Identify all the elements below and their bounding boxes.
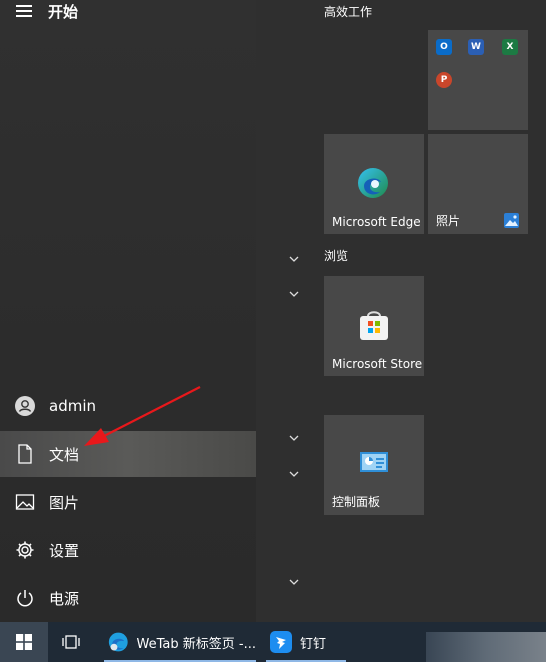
nav-item-pictures[interactable]: 图片: [0, 479, 256, 525]
wetab-edge-icon: [108, 632, 128, 652]
nav-item-power-label: 电源: [49, 589, 80, 608]
nav-item-user-label: admin: [49, 397, 96, 415]
tile-control-panel[interactable]: 控制面板: [324, 415, 424, 515]
tile-photos[interactable]: 照片: [428, 134, 528, 234]
start-button[interactable]: [0, 622, 48, 662]
outlook-icon: O: [436, 39, 452, 55]
tile-control-panel-label: 控制面板: [332, 495, 381, 509]
word-icon: W: [468, 39, 484, 55]
taskbar-app-wetab[interactable]: WeTab 新标签页 -...: [104, 622, 256, 662]
tile-microsoft-store[interactable]: Microsoft Store: [324, 276, 424, 376]
windows-logo-icon: [16, 634, 32, 650]
tile-microsoft-store-label: Microsoft Store: [332, 357, 423, 371]
chevron-down-icon[interactable]: [288, 470, 300, 478]
taskbar-app-dingtalk[interactable]: 钉钉: [266, 622, 346, 662]
powerpoint-icon: P: [436, 72, 452, 88]
gear-icon: [14, 539, 36, 561]
dingtalk-icon: [270, 631, 292, 653]
nav-item-documents[interactable]: 文档: [0, 431, 256, 477]
nav-item-settings[interactable]: 设置: [0, 527, 256, 573]
user-avatar-icon: [14, 395, 36, 417]
taskbar-app-wetab-label: WeTab 新标签页 -...: [136, 636, 256, 652]
chevron-down-icon[interactable]: [288, 578, 300, 586]
document-icon: [14, 443, 36, 465]
hamburger-menu-icon[interactable]: [16, 2, 34, 18]
tile-microsoft-edge[interactable]: Microsoft Edge: [324, 134, 424, 234]
control-panel-icon: [360, 452, 388, 472]
tile-microsoft-edge-label: Microsoft Edge: [332, 215, 421, 229]
nav-item-documents-label: 文档: [49, 445, 80, 464]
nav-item-settings-label: 设置: [49, 541, 80, 560]
tile-office-apps[interactable]: O W X P: [428, 30, 528, 130]
excel-icon: X: [502, 39, 518, 55]
chevron-down-icon[interactable]: [288, 434, 300, 442]
photos-app-icon: [504, 213, 519, 228]
store-icon: [360, 311, 388, 340]
task-view-button[interactable]: [52, 622, 92, 662]
group-title-productivity[interactable]: 高效工作: [324, 3, 372, 20]
taskbar-app-dingtalk-label: 钉钉: [300, 636, 327, 652]
task-view-icon: [62, 635, 80, 649]
nav-item-user[interactable]: admin: [0, 383, 256, 429]
tile-photos-label: 照片: [436, 214, 461, 228]
start-menu: 开始 admin 文档 图片 设置 电源 高效工作 浏览 O W X P Mic…: [0, 0, 546, 622]
power-icon: [14, 587, 36, 609]
chevron-down-icon[interactable]: [288, 290, 300, 298]
edge-icon: [358, 168, 388, 198]
chevron-down-icon[interactable]: [288, 255, 300, 263]
nav-item-pictures-label: 图片: [49, 493, 80, 512]
start-left-pane: 开始 admin 文档 图片 设置 电源: [0, 0, 256, 622]
picture-icon: [14, 491, 36, 513]
group-title-browse[interactable]: 浏览: [324, 247, 348, 264]
start-title: 开始: [48, 3, 79, 21]
nav-item-power[interactable]: 电源: [0, 575, 256, 621]
taskbar: WeTab 新标签页 -... 钉钉: [0, 622, 546, 662]
taskbar-blurred-tray: [426, 632, 546, 662]
